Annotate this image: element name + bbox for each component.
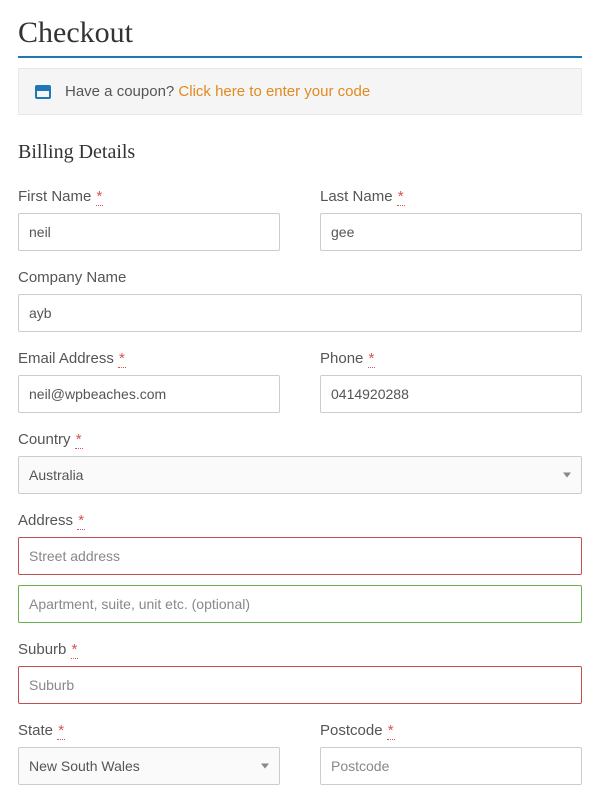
postcode-input[interactable] [320, 747, 582, 785]
company-label: Company Name [18, 269, 582, 286]
address-label: Address * [18, 512, 582, 529]
last-name-label: Last Name * [320, 188, 582, 205]
email-input[interactable] [18, 375, 280, 413]
phone-input[interactable] [320, 375, 582, 413]
first-name-label: First Name * [18, 188, 280, 205]
billing-section-title: Billing Details [18, 141, 582, 164]
required-marker: * [368, 350, 376, 368]
coupon-link[interactable]: Click here to enter your code [178, 83, 370, 100]
calendar-icon [35, 85, 51, 99]
coupon-notice: Have a coupon? Click here to enter your … [18, 68, 582, 115]
phone-label: Phone * [320, 350, 582, 367]
required-marker: * [57, 722, 65, 740]
suburb-input[interactable] [18, 666, 582, 704]
required-marker: * [397, 188, 405, 206]
required-marker: * [118, 350, 126, 368]
street-address-input[interactable] [18, 537, 582, 575]
postcode-label: Postcode * [320, 722, 582, 739]
coupon-text: Have a coupon? Click here to enter your … [65, 83, 370, 100]
chevron-down-icon [563, 473, 571, 478]
country-select[interactable]: Australia [18, 456, 582, 494]
email-label: Email Address * [18, 350, 280, 367]
title-divider [18, 56, 582, 58]
state-label: State * [18, 722, 280, 739]
address-line2-input[interactable] [18, 585, 582, 623]
country-value: Australia [29, 467, 83, 483]
coupon-prompt: Have a coupon? [65, 83, 178, 100]
page-title: Checkout [18, 16, 582, 50]
required-marker: * [387, 722, 395, 740]
last-name-input[interactable] [320, 213, 582, 251]
state-select[interactable]: New South Wales [18, 747, 280, 785]
required-marker: * [77, 512, 85, 530]
required-marker: * [75, 431, 83, 449]
suburb-label: Suburb * [18, 641, 582, 658]
first-name-input[interactable] [18, 213, 280, 251]
required-marker: * [96, 188, 104, 206]
state-value: New South Wales [29, 758, 140, 774]
company-input[interactable] [18, 294, 582, 332]
country-label: Country * [18, 431, 582, 448]
required-marker: * [71, 641, 79, 659]
chevron-down-icon [261, 764, 269, 769]
